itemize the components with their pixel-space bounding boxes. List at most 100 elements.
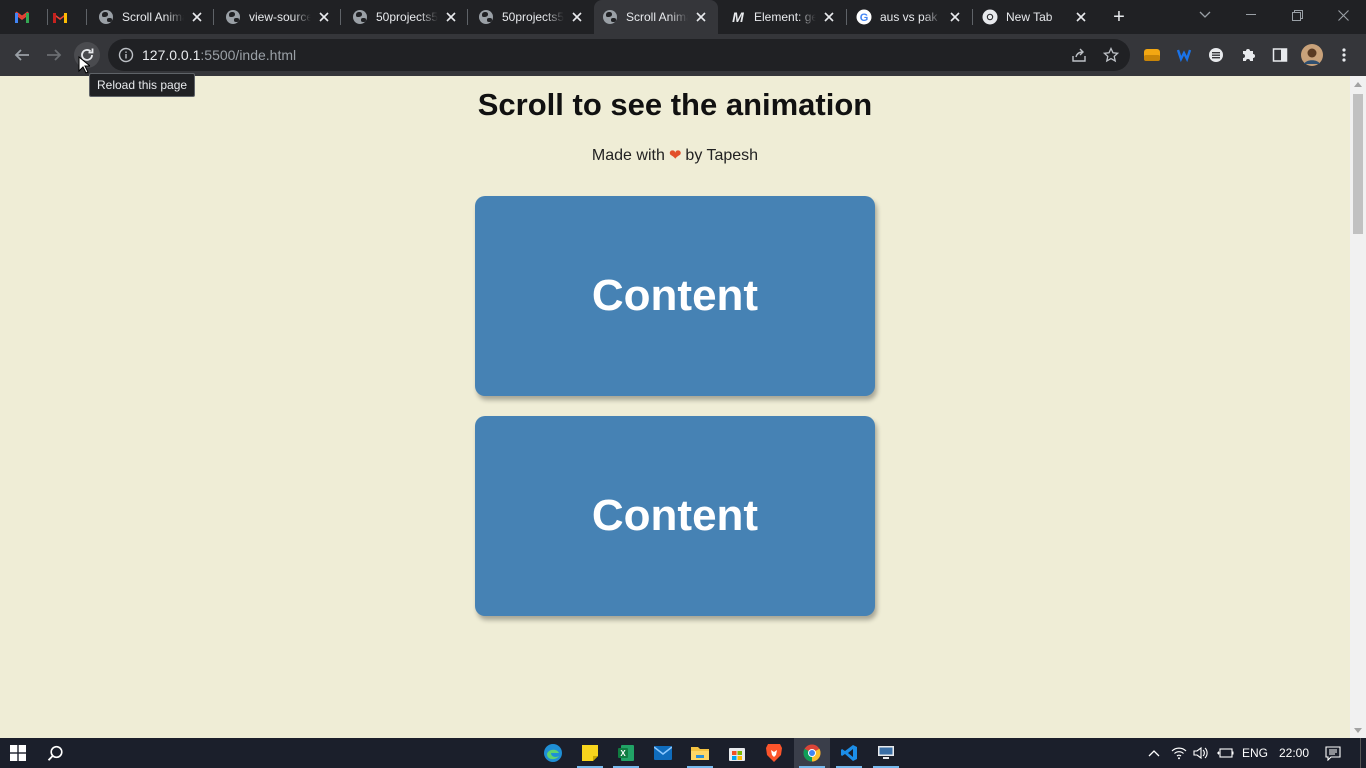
url-host: 127.0.0.1 xyxy=(142,47,201,63)
sticky-notes-icon xyxy=(582,745,598,761)
share-button[interactable] xyxy=(1070,46,1088,64)
taskbar-file-explorer[interactable] xyxy=(682,738,718,768)
gmail-icon xyxy=(14,9,30,25)
scroll-down-arrow-icon[interactable] xyxy=(1354,726,1362,734)
vertical-scrollbar[interactable] xyxy=(1350,76,1366,738)
network-button[interactable] xyxy=(1169,738,1189,768)
tab-aus-vs-pak[interactable]: G aus vs pak xyxy=(848,0,972,34)
close-icon[interactable] xyxy=(948,10,962,24)
close-icon[interactable] xyxy=(190,10,204,24)
globe-icon xyxy=(478,9,494,25)
forward-button[interactable] xyxy=(42,43,66,67)
new-tab-button[interactable]: + xyxy=(1097,0,1141,34)
url-path: :5500/inde.html xyxy=(200,47,297,63)
close-icon[interactable] xyxy=(317,10,331,24)
mouse-cursor-icon xyxy=(78,56,90,74)
language-indicator[interactable]: ENG xyxy=(1238,738,1272,768)
excel-icon: X xyxy=(618,745,634,761)
menu-button[interactable] xyxy=(1334,45,1354,65)
extension-blue[interactable] xyxy=(1174,45,1194,65)
taskbar-store[interactable] xyxy=(719,738,755,768)
search-button[interactable] xyxy=(37,738,73,768)
windows-taskbar: X ENG 22:00 xyxy=(0,738,1366,768)
close-icon[interactable] xyxy=(822,10,836,24)
svg-text:G: G xyxy=(860,12,869,24)
store-icon xyxy=(729,748,745,761)
credit-line: Made with ❤ by Tapesh xyxy=(0,146,1350,165)
svg-text:X: X xyxy=(620,749,626,758)
taskbar-edge[interactable] xyxy=(535,738,571,768)
tab-scroll-animation-active[interactable]: Scroll Animation xyxy=(594,0,718,34)
tab-new-tab[interactable]: New Tab xyxy=(974,0,1098,34)
profile-button[interactable] xyxy=(1300,43,1324,67)
tab-title: Scroll Animation xyxy=(626,10,688,24)
windows-icon xyxy=(10,745,26,761)
close-icon[interactable] xyxy=(570,10,584,24)
taskbar-sticky-notes[interactable] xyxy=(572,738,608,768)
avatar xyxy=(1301,44,1323,66)
file-explorer-icon xyxy=(691,747,709,760)
chrome-icon xyxy=(982,9,998,25)
close-window-button[interactable] xyxy=(1320,0,1366,30)
tab-title: New Tab xyxy=(1006,10,1053,24)
star-icon xyxy=(1103,47,1119,63)
extensions-button[interactable] xyxy=(1238,45,1258,65)
side-panel-button[interactable] xyxy=(1270,45,1290,65)
url-text[interactable]: 127.0.0.1:5500/inde.html xyxy=(142,47,296,63)
action-center-button[interactable] xyxy=(1318,738,1348,768)
tab-view-source[interactable]: view-source:127.0.0.1 xyxy=(217,0,341,34)
tab-pinned-gmail-1[interactable] xyxy=(14,0,44,34)
tray-overflow-button[interactable] xyxy=(1144,738,1164,768)
brave-icon xyxy=(766,744,782,762)
tab-strip: Scroll Animation view-source:127.0.0.1 5… xyxy=(0,0,1366,34)
tab-50projects-2[interactable]: 50projects50days xyxy=(470,0,594,34)
gmail-icon xyxy=(52,9,68,25)
close-icon[interactable] xyxy=(694,10,708,24)
edge-icon xyxy=(544,744,562,762)
back-arrow-icon xyxy=(14,49,29,61)
battery-button[interactable] xyxy=(1214,738,1236,768)
chrome-icon xyxy=(803,744,821,762)
show-desktop-button[interactable] xyxy=(1360,738,1366,768)
scrollbar-thumb[interactable] xyxy=(1353,94,1363,234)
clock[interactable]: 22:00 xyxy=(1274,738,1314,768)
tab-mdn-element[interactable]: M Element: getBoundingClientRect() xyxy=(722,0,846,34)
media-control-button[interactable] xyxy=(1206,45,1226,65)
tab-50projects-1[interactable]: 50projects50days xyxy=(344,0,468,34)
credit-text-before: Made with xyxy=(591,147,665,164)
info-icon[interactable] xyxy=(118,47,134,63)
close-icon[interactable] xyxy=(444,10,458,24)
tab-title: aus vs pak xyxy=(880,10,938,24)
scroll-up-arrow-icon[interactable] xyxy=(1354,80,1362,88)
taskbar-remote-desktop[interactable] xyxy=(868,738,904,768)
tab-search-button[interactable] xyxy=(1182,0,1228,30)
taskbar-vscode[interactable] xyxy=(831,738,867,768)
address-bar[interactable]: 127.0.0.1:5500/inde.html xyxy=(108,39,1130,71)
minimize-button[interactable] xyxy=(1228,0,1274,30)
tab-pinned-gmail-2[interactable] xyxy=(52,0,82,34)
reload-tooltip: Reload this page xyxy=(89,73,196,97)
search-icon xyxy=(47,745,63,761)
plus-icon: + xyxy=(1113,5,1125,28)
globe-icon xyxy=(602,9,618,25)
start-button[interactable] xyxy=(0,738,36,768)
bookmark-button[interactable] xyxy=(1102,46,1120,64)
volume-button[interactable] xyxy=(1191,738,1211,768)
taskbar-excel[interactable]: X xyxy=(608,738,644,768)
taskbar-brave[interactable] xyxy=(756,738,792,768)
tab-scroll-animation-1[interactable]: Scroll Animation xyxy=(90,0,214,34)
content-box: Content xyxy=(475,416,875,616)
tab-title: 50projects50days xyxy=(502,10,564,24)
notification-icon xyxy=(1325,745,1341,761)
restore-button[interactable] xyxy=(1274,0,1320,30)
back-button[interactable] xyxy=(10,43,34,67)
taskbar-mail[interactable] xyxy=(645,738,681,768)
close-icon[interactable] xyxy=(1074,10,1088,24)
taskbar-chrome[interactable] xyxy=(794,738,830,768)
minimize-icon xyxy=(1246,14,1256,15)
extension-honey[interactable] xyxy=(1142,45,1162,65)
more-vert-icon xyxy=(1342,48,1346,62)
puzzle-icon xyxy=(1243,49,1255,61)
globe-icon xyxy=(98,9,114,25)
globe-icon xyxy=(225,9,241,25)
